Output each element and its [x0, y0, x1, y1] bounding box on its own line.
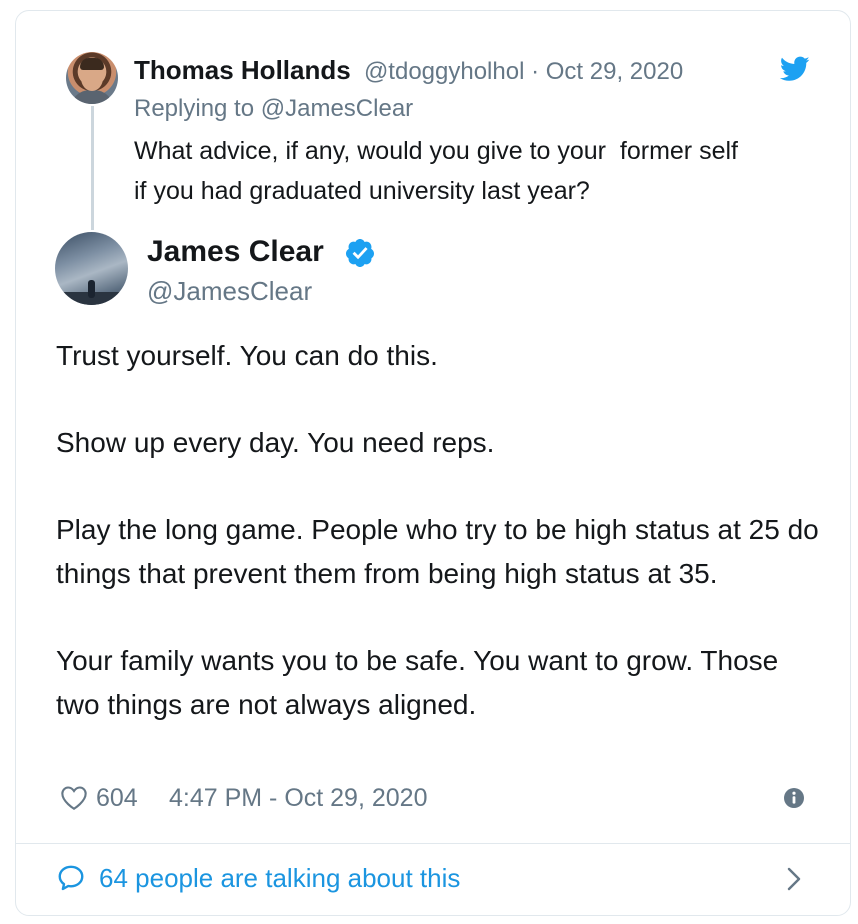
- footer-divider: [16, 843, 850, 844]
- parent-tweet-date[interactable]: Oct 29, 2020: [546, 58, 683, 85]
- comment-icon: [58, 865, 84, 891]
- like-count[interactable]: 604: [96, 782, 138, 814]
- twitter-bird-icon[interactable]: [780, 56, 810, 82]
- tweet-paragraph: Your family wants you to be safe. You wa…: [56, 645, 779, 720]
- tweet-timestamp[interactable]: 4:47 PM - Oct 29, 2020: [169, 782, 427, 814]
- tweet-paragraph: Trust yourself. You can do this.: [56, 340, 438, 371]
- main-author-name[interactable]: James Clear: [147, 234, 324, 270]
- replying-to-mention[interactable]: @JamesClear: [261, 95, 413, 122]
- chevron-right-icon[interactable]: [786, 866, 802, 892]
- talking-about-label[interactable]: 64 people are talking about this: [99, 860, 460, 896]
- parent-author-avatar[interactable]: [66, 52, 118, 104]
- parent-tweet-header: Thomas Hollands @tdoggyholhol · Oct 29, …: [134, 54, 683, 88]
- heart-icon[interactable]: [60, 785, 88, 811]
- tweet-paragraph: Show up every day. You need reps.: [56, 427, 495, 458]
- verified-badge-icon: [345, 239, 374, 267]
- parent-author-handle[interactable]: @tdoggyholhol: [364, 58, 524, 85]
- main-author-handle[interactable]: @JamesClear: [147, 275, 312, 307]
- main-author-avatar[interactable]: [55, 232, 128, 305]
- meta-separator: ·: [531, 58, 540, 85]
- info-icon[interactable]: [783, 787, 805, 809]
- parent-tweet-text: What advice, if any, would you give to y…: [134, 137, 738, 205]
- tweet-text: Trust yourself. You can do this. Show up…: [56, 334, 826, 727]
- replying-to-label: Replying to: [134, 95, 255, 122]
- parent-author-name[interactable]: Thomas Hollands: [134, 55, 351, 85]
- replying-to-line: Replying to @JamesClear: [134, 94, 413, 124]
- thread-connector-line: [91, 106, 94, 230]
- tweet-paragraph: Play the long game. People who try to be…: [56, 514, 819, 589]
